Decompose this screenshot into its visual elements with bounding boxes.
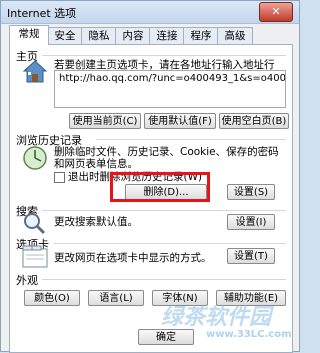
search-description: 更改搜索默认值。 [54,216,138,228]
search-settings-button[interactable]: 设置(I) [227,214,275,230]
internet-options-window: Internet 选项 ✕ 常规 安全 隐私 内容 连接 程序 高级 主页 若要… [0,0,300,353]
ok-button[interactable]: 确定 [138,329,194,345]
delete-on-exit-checkbox[interactable] [54,172,65,183]
homepage-url-field[interactable]: http://hao.qq.com/?unc=o400493_1&s=o4004… [54,70,286,108]
use-default-button[interactable]: 使用默认值(F) [144,113,216,129]
appearance-divider [42,279,286,280]
history-divider [96,139,286,140]
appearance-section-title: 外观 [16,274,38,287]
tabs-divider [54,243,286,244]
tabs-settings-button[interactable]: 设置(T) [227,248,275,264]
title-bar: Internet 选项 ✕ [1,1,299,24]
tab-general[interactable]: 常规 [9,25,49,45]
use-blank-button[interactable]: 使用空白页(B) [219,113,289,129]
tab-privacy[interactable]: 隐私 [81,27,117,44]
tabbed-window-icon [22,245,48,269]
tab-security[interactable]: 安全 [47,27,83,44]
use-current-button[interactable]: 使用当前页(C) [69,113,141,129]
homepage-divider [42,55,286,56]
magnifier-icon [22,211,46,235]
history-settings-button[interactable]: 设置(S) [227,184,275,200]
tab-advanced[interactable]: 高级 [217,27,253,44]
languages-button[interactable]: 语言(L) [88,290,144,306]
search-divider [42,210,286,211]
house-icon [22,59,48,85]
history-clock-icon [22,145,48,171]
tab-content[interactable]: 内容 [115,27,151,44]
tab-strip: 常规 安全 隐私 内容 连接 程序 高级 [9,25,293,45]
tabs-description: 更改网页在选项卡中显示的方式。 [54,252,212,264]
delete-history-button[interactable]: 删除(D)... [125,184,207,200]
homepage-url-value: http://hao.qq.com/?unc=o400493_1&s=o4004… [59,73,286,84]
delete-on-exit-label: 退出时删除浏览历史记录(W) [68,171,203,183]
colors-button[interactable]: 颜色(O) [24,290,80,306]
tab-programs[interactable]: 程序 [183,27,219,44]
history-description: 删除临时文件、历史记录、Cookie、保存的密码和网页表单信息。 [54,146,279,170]
close-button[interactable]: ✕ [259,2,293,22]
watermark-text: 绿茶软件园 [161,305,272,330]
window-title: Internet 选项 [7,7,77,20]
tab-connections[interactable]: 连接 [149,27,185,44]
watermark-site: www.33LC.com [206,329,292,340]
